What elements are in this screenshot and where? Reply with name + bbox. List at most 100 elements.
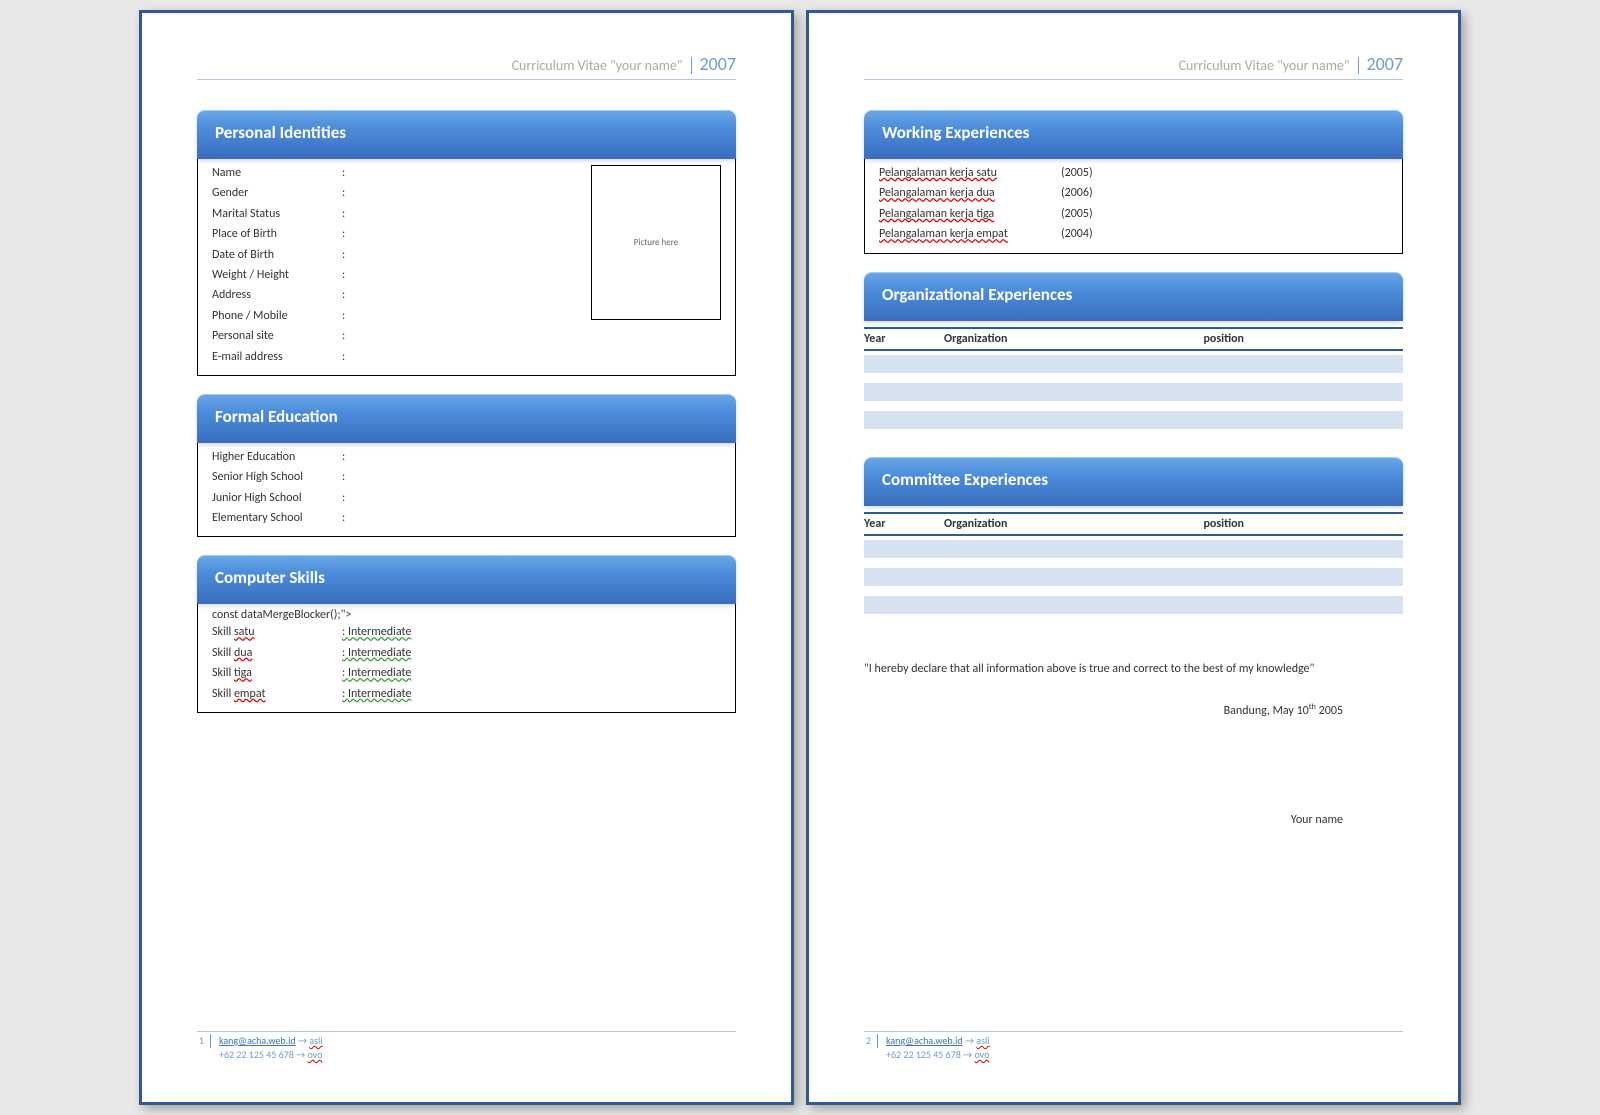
table-row (864, 540, 1403, 558)
work-year: (2005) (1061, 204, 1093, 224)
header-title: Curriculum Vitae "your name" (1179, 57, 1359, 74)
field-row: Name: (212, 163, 581, 183)
field-value (356, 326, 721, 346)
section-body-education: Higher Education: Senior High School: Ju… (197, 438, 736, 538)
work-year: (2006) (1061, 183, 1093, 203)
field-label: Weight / Height (212, 265, 342, 285)
section-personal: Personal Identities Picture here Name: G… (197, 110, 736, 376)
skill-name: Skill satu (212, 622, 342, 642)
section-committee: Committee Experiences Year Organization … (864, 457, 1403, 624)
arrow-icon: → (963, 1048, 972, 1061)
field-value (356, 163, 581, 183)
section-body-personal: Picture here Name: Gender: Marital Statu… (197, 154, 736, 376)
field-row: Weight / Height: (212, 265, 581, 285)
section-heading-organizational: Organizational Experiences (864, 272, 1403, 321)
section-heading-personal: Personal Identities (197, 110, 736, 159)
field-value (356, 306, 581, 326)
field-label: E-mail address (212, 347, 342, 367)
field-value (356, 183, 581, 203)
footer-text: ovo (307, 1048, 322, 1061)
field-label: Phone / Mobile (212, 306, 342, 326)
skill-row: Skill satu : Intermediate (212, 622, 721, 642)
col-org: Organization (944, 517, 1203, 531)
skill-row: Skill dua : Intermediate (212, 643, 721, 663)
declaration-text: "I hereby declare that all information a… (864, 660, 1403, 678)
skill-name: Skill empat (212, 684, 342, 704)
committee-table: Year Organization position (864, 512, 1403, 614)
field-value (356, 224, 581, 244)
field-value (356, 204, 581, 224)
section-heading-committee: Committee Experiences (864, 457, 1403, 506)
field-value (356, 347, 721, 367)
header-title: Curriculum Vitae "your name" (512, 57, 692, 74)
section-heading-working: Working Experiences (864, 110, 1403, 159)
col-year: Year (864, 332, 944, 346)
footer-text: ovo (974, 1048, 989, 1061)
field-row: Marital Status: (212, 204, 581, 224)
section-heading-education: Formal Education (197, 394, 736, 443)
page-footer: 1 kang@acha.web.id → asli +62 22 125 45 … (197, 1031, 736, 1062)
section-skills: Computer Skills const dataMergeBlocker()… (197, 555, 736, 713)
field-row: Senior High School: (212, 467, 721, 487)
footer-email: kang@acha.web.id (219, 1034, 296, 1047)
field-label: Junior High School (212, 488, 342, 508)
arrow-icon: → (965, 1034, 974, 1047)
page-number: 1 (197, 1034, 211, 1048)
field-row: Gender: (212, 183, 581, 203)
work-row: Pelangalaman kerja empat (2004) (879, 224, 1388, 244)
footer-phone: +62 22 125 45 678 (219, 1048, 294, 1061)
col-pos: position (1203, 332, 1403, 346)
work-row: Pelangalaman kerja tiga (2005) (879, 204, 1388, 224)
field-label: Elementary School (212, 508, 342, 528)
table-row (864, 383, 1403, 401)
page-footer: 2 kang@acha.web.id → asli +62 22 125 45 … (864, 1031, 1403, 1062)
picture-placeholder-label: Picture here (634, 237, 679, 248)
work-desc: Pelangalaman kerja empat (879, 224, 1049, 244)
work-year: (2004) (1061, 224, 1093, 244)
field-row: Higher Education: (212, 447, 721, 467)
section-body-working: Pelangalaman kerja satu(2005) Pelangalam… (864, 154, 1403, 254)
header-year: 2007 (1359, 53, 1404, 75)
signature-date: Bandung, May 10th 2005 (864, 702, 1343, 718)
skill-level: : Intermediate (342, 622, 721, 642)
field-label: Address (212, 285, 342, 305)
field-row: Place of Birth: (212, 224, 581, 244)
table-row (864, 355, 1403, 373)
section-body-skills: const dataMergeBlocker();"> Skill satu :… (197, 599, 736, 713)
skill-name: Skill dua (212, 643, 342, 663)
field-row: Address: (212, 285, 581, 305)
field-row: Phone / Mobile: (212, 306, 581, 326)
section-working: Working Experiences Pelangalaman kerja s… (864, 110, 1403, 254)
field-row: E-mail address: (212, 347, 721, 367)
footer-text: asli (309, 1034, 322, 1047)
footer-email: kang@acha.web.id (886, 1034, 963, 1047)
signature-block: Bandung, May 10th 2005 Your name (864, 684, 1403, 827)
field-row: Elementary School: (212, 508, 721, 528)
skill-name: Skill tiga (212, 663, 342, 683)
field-row: Date of Birth: (212, 245, 581, 265)
skill-level: : Intermediate (342, 643, 721, 663)
field-value (356, 285, 581, 305)
field-label: Name (212, 163, 342, 183)
footer-info: kang@acha.web.id → asli +62 22 125 45 67… (886, 1034, 990, 1062)
page-2: Curriculum Vitae "your name" 2007 Workin… (806, 10, 1461, 1105)
work-row: Pelangalaman kerja dua(2006) (879, 183, 1388, 203)
table-row (864, 568, 1403, 586)
table-row (864, 596, 1403, 614)
arrow-icon: → (298, 1034, 307, 1047)
work-row: Pelangalaman kerja satu(2005) (879, 163, 1388, 183)
page-header: Curriculum Vitae "your name" 2007 (197, 53, 736, 80)
field-label: Senior High School (212, 467, 342, 487)
section-organizational: Organizational Experiences Year Organiza… (864, 272, 1403, 439)
col-org: Organization (944, 332, 1203, 346)
footer-info: kang@acha.web.id → asli +62 22 125 45 67… (219, 1034, 323, 1062)
field-label: Marital Status (212, 204, 342, 224)
work-desc: Pelangalaman kerja satu (879, 163, 1049, 183)
skill-row: Skill empat : Intermediate (212, 684, 721, 704)
work-desc: Pelangalaman kerja tiga (879, 204, 1049, 224)
field-label: Place of Birth (212, 224, 342, 244)
page-1: Curriculum Vitae "your name" 2007 Person… (139, 10, 794, 1105)
skill-level: : Intermediate (342, 684, 721, 704)
arrow-icon: → (296, 1048, 305, 1061)
page-number: 2 (864, 1034, 878, 1048)
